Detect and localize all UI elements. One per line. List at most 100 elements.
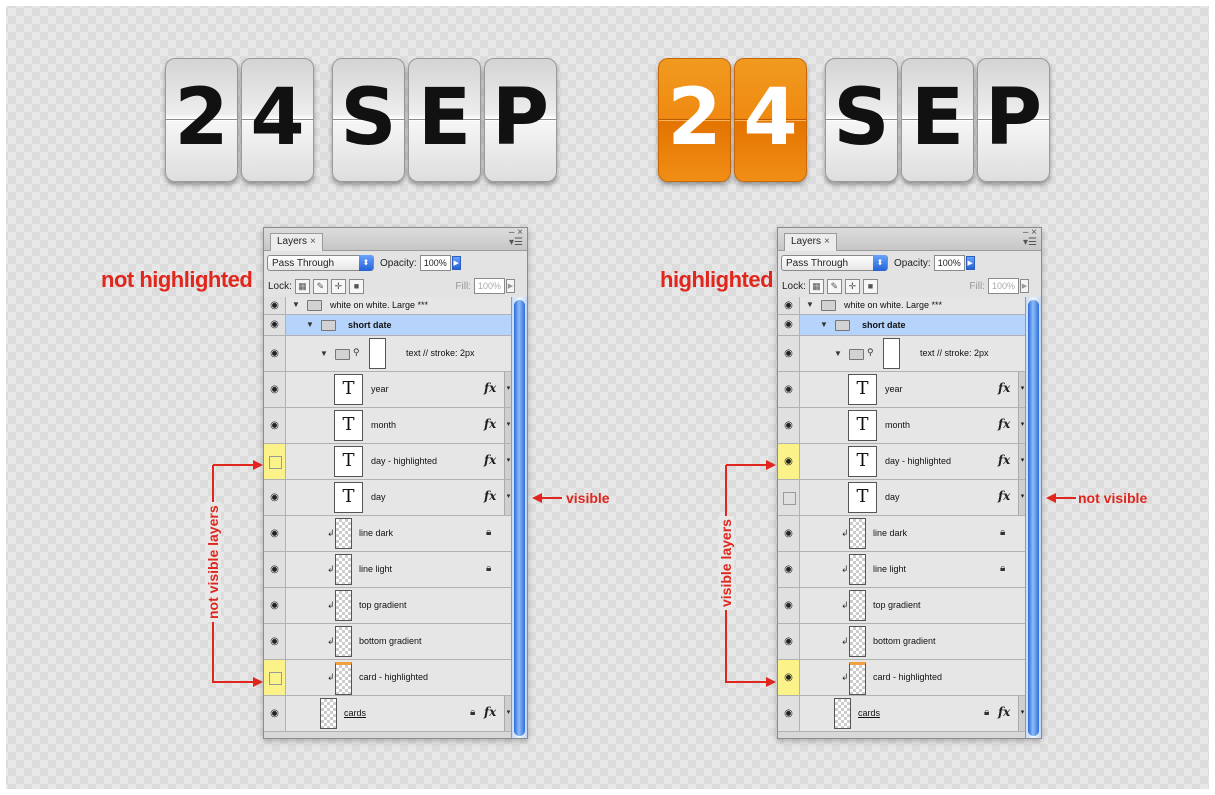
lock-position-icon[interactable]: ✛ (844, 278, 860, 294)
fill-field[interactable]: 100% (473, 278, 505, 294)
fx-icon[interactable]: fx (998, 705, 1010, 719)
opacity-arrow-icon[interactable]: ▶ (965, 256, 975, 270)
layer-text-year[interactable]: ◉ T year fx ▾ (778, 372, 1026, 408)
layer-text-day[interactable]: ◉ T day fx ▾ (264, 480, 512, 516)
eye-icon: ◉ (270, 635, 279, 647)
layer-bottom-gradient[interactable]: ◉ ↲ bottom gradient (264, 624, 512, 660)
layer-text-month[interactable]: ◉ T month fx ▾ (264, 408, 512, 444)
visibility-toggle[interactable]: ◉ (778, 516, 800, 551)
visibility-toggle[interactable]: ◉ (264, 588, 286, 623)
lock-image-icon[interactable]: ✎ (312, 278, 328, 294)
close-icon[interactable]: × (824, 236, 830, 247)
lock-all-icon[interactable]: ■ (348, 278, 364, 294)
disclosure-triangle-icon[interactable]: ▼ (820, 320, 828, 329)
visibility-toggle[interactable]: ◉ (264, 624, 286, 659)
layer-card-highlighted[interactable]: ◉ ↲ card - highlighted (778, 660, 1026, 696)
visibility-toggle[interactable]: ◉ (264, 552, 286, 587)
panel-menu-icon[interactable]: – × ▾☰ (509, 228, 523, 248)
layers-tab[interactable]: Layers × (270, 233, 323, 251)
visibility-toggle[interactable]: ◉ (264, 297, 286, 314)
visibility-toggle[interactable]: ◉ (264, 315, 286, 335)
layer-text-month[interactable]: ◉ T month fx ▾ (778, 408, 1026, 444)
visibility-toggle[interactable]: ◉ (778, 588, 800, 623)
visibility-toggle[interactable]: ◉ (264, 480, 286, 515)
visibility-toggle[interactable]: ◉ (778, 336, 800, 371)
layer-line-light[interactable]: ◉ ↲ line light 🔒︎ (264, 552, 512, 588)
fx-icon[interactable]: fx (484, 489, 496, 503)
opacity-field[interactable]: 100% (933, 255, 965, 271)
lock-transparent-icon[interactable]: ▦ (808, 278, 824, 294)
scrollbar-thumb[interactable] (514, 300, 525, 736)
visibility-toggle[interactable]: ◉ (264, 372, 286, 407)
visibility-toggle-hidden[interactable] (264, 444, 286, 479)
panel-menu-icon[interactable]: – × ▾☰ (1023, 228, 1037, 248)
clipping-arrow-icon: ↲ (327, 672, 335, 682)
visibility-toggle[interactable]: ◉ (778, 315, 800, 335)
close-icon[interactable]: × (310, 236, 316, 247)
layer-cards[interactable]: ◉ cards 🔒︎ fx ▾ (264, 696, 512, 732)
fill-arrow-icon[interactable]: ▶ (1020, 279, 1029, 293)
lock-transparent-icon[interactable]: ▦ (294, 278, 310, 294)
visibility-toggle[interactable]: ◉ (778, 552, 800, 587)
eye-icon: ◉ (270, 707, 279, 719)
visibility-toggle[interactable]: ◉ (264, 696, 286, 731)
layer-line-dark[interactable]: ◉ ↲ line dark 🔒︎ (778, 516, 1026, 552)
visibility-toggle-hidden[interactable] (778, 480, 800, 515)
visibility-toggle[interactable]: ◉ (778, 624, 800, 659)
fx-icon[interactable]: fx (484, 705, 496, 719)
layers-tab[interactable]: Layers × (784, 233, 837, 251)
layer-group-white-on-white[interactable]: ◉ ▼ white on white. Large *** (778, 297, 1026, 315)
blend-mode-select[interactable]: Pass Through ⬍ (267, 255, 374, 271)
lock-all-icon[interactable]: ■ (862, 278, 878, 294)
fx-icon[interactable]: fx (998, 417, 1010, 431)
disclosure-triangle-icon[interactable]: ▼ (806, 300, 814, 309)
layer-bottom-gradient[interactable]: ◉ ↲ bottom gradient (778, 624, 1026, 660)
visibility-toggle[interactable]: ◉ (778, 408, 800, 443)
fill-field[interactable]: 100% (987, 278, 1019, 294)
layer-group-text-stroke[interactable]: ◉ ▼ ⚲ text // stroke: 2px (778, 336, 1026, 372)
layer-text-day[interactable]: T day fx ▾ (778, 480, 1026, 516)
layer-group-text-stroke[interactable]: ◉ ▼ ⚲ text // stroke: 2px (264, 336, 512, 372)
scrollbar-thumb[interactable] (1028, 300, 1039, 736)
layer-line-light[interactable]: ◉ ↲ line light 🔒︎ (778, 552, 1026, 588)
fill-arrow-icon[interactable]: ▶ (506, 279, 515, 293)
visibility-toggle-hidden[interactable] (264, 660, 286, 695)
layer-group-short-date[interactable]: ◉ ▼ short date (264, 315, 512, 336)
layer-text-day-highlighted[interactable]: T day - highlighted fx ▾ (264, 444, 512, 480)
visibility-toggle[interactable]: ◉ (778, 444, 800, 479)
visibility-toggle[interactable]: ◉ (264, 516, 286, 551)
visibility-toggle[interactable]: ◉ (264, 336, 286, 371)
layer-top-gradient[interactable]: ◉ ↲ top gradient (264, 588, 512, 624)
visibility-toggle[interactable]: ◉ (778, 372, 800, 407)
lock-image-icon[interactable]: ✎ (826, 278, 842, 294)
blend-mode-select[interactable]: Pass Through ⬍ (781, 255, 888, 271)
layer-group-white-on-white[interactable]: ◉ ▼ white on white. Large *** (264, 297, 512, 315)
lock-position-icon[interactable]: ✛ (330, 278, 346, 294)
opacity-field[interactable]: 100% (419, 255, 451, 271)
disclosure-triangle-icon[interactable]: ▼ (306, 320, 314, 329)
fx-icon[interactable]: fx (484, 417, 496, 431)
visibility-toggle[interactable]: ◉ (778, 297, 800, 314)
visibility-toggle[interactable]: ◉ (264, 408, 286, 443)
opacity-arrow-icon[interactable]: ▶ (451, 256, 461, 270)
layer-top-gradient[interactable]: ◉ ↲ top gradient (778, 588, 1026, 624)
fx-icon[interactable]: fx (998, 381, 1010, 395)
disclosure-triangle-icon[interactable]: ▼ (320, 349, 328, 358)
disclosure-triangle-icon[interactable]: ▼ (834, 349, 842, 358)
layer-text-year[interactable]: ◉ T year fx ▾ (264, 372, 512, 408)
layer-group-short-date[interactable]: ◉ ▼ short date (778, 315, 1026, 336)
layer-cards[interactable]: ◉ cards 🔒︎ fx ▾ (778, 696, 1026, 732)
layer-card-highlighted[interactable]: ↲ card - highlighted (264, 660, 512, 696)
layer-text-day-highlighted[interactable]: ◉ T day - highlighted fx ▾ (778, 444, 1026, 480)
fx-icon[interactable]: fx (998, 489, 1010, 503)
visibility-toggle[interactable]: ◉ (778, 696, 800, 731)
fx-icon[interactable]: fx (484, 453, 496, 467)
disclosure-triangle-icon[interactable]: ▼ (292, 300, 300, 309)
visibility-toggle[interactable]: ◉ (778, 660, 800, 695)
fx-icon[interactable]: fx (998, 453, 1010, 467)
scrollbar[interactable] (511, 297, 527, 738)
highlighted-label: highlighted (660, 267, 774, 292)
fx-icon[interactable]: fx (484, 381, 496, 395)
layer-line-dark[interactable]: ◉ ↲ line dark 🔒︎ (264, 516, 512, 552)
scrollbar[interactable] (1025, 297, 1041, 738)
